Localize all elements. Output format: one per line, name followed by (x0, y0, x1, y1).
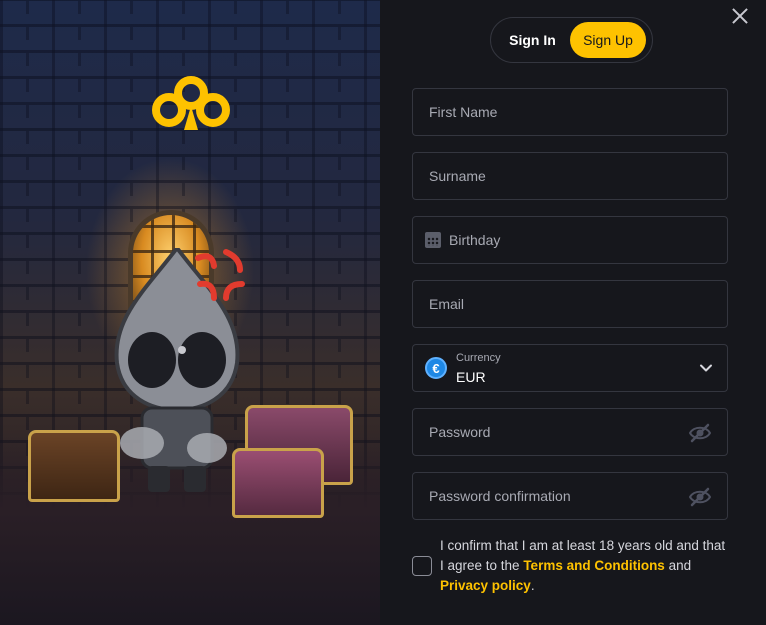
age-terms-consent: I confirm that I am at least 18 years ol… (412, 536, 730, 596)
anger-symbol-icon (195, 249, 245, 301)
chevron-down-icon (700, 364, 712, 372)
password-confirmation-placeholder: Password confirmation (429, 488, 571, 504)
tab-sign-up[interactable]: Sign Up (570, 22, 646, 58)
close-icon[interactable] (730, 6, 750, 26)
birthday-placeholder: Birthday (449, 232, 501, 248)
birthday-field[interactable]: Birthday (412, 216, 728, 264)
email-placeholder: Email (429, 296, 465, 312)
treasure-chest-left (28, 430, 120, 502)
surname-placeholder: Surname (429, 168, 486, 184)
currency-value: EUR (456, 368, 486, 385)
first-name-placeholder: First Name (429, 104, 498, 120)
password-placeholder: Password (429, 424, 491, 440)
treasure-chest-front (232, 448, 324, 518)
eye-off-icon[interactable] (689, 487, 711, 507)
surname-field[interactable]: Surname (412, 152, 728, 200)
email-field[interactable]: Email (412, 280, 728, 328)
euro-icon: € (425, 357, 447, 379)
password-confirmation-field[interactable]: Password confirmation (412, 472, 728, 520)
club-logo-icon (152, 76, 230, 130)
consent-end: . (530, 578, 535, 593)
terms-link[interactable]: Terms and Conditions (523, 558, 665, 573)
calendar-icon (425, 232, 441, 248)
tab-sign-in[interactable]: Sign In (495, 22, 570, 58)
consent-text: I confirm that I am at least 18 years ol… (440, 536, 730, 596)
consent-and: and (664, 558, 692, 573)
eye-off-icon[interactable] (689, 423, 711, 443)
currency-select[interactable]: € Currency EUR (412, 344, 728, 392)
first-name-field[interactable]: First Name (412, 88, 728, 136)
currency-text: Currency EUR (456, 351, 501, 385)
password-field[interactable]: Password (412, 408, 728, 456)
consent-checkbox[interactable] (412, 556, 432, 576)
currency-label: Currency (456, 351, 501, 364)
privacy-policy-link[interactable]: Privacy policy (440, 578, 531, 593)
signup-panel: Sign In Sign Up First Name Surname Birth… (380, 0, 766, 625)
auth-tabs: Sign In Sign Up (490, 17, 653, 63)
signup-modal: Sign In Sign Up First Name Surname Birth… (0, 0, 766, 625)
hero-illustration (0, 0, 380, 625)
